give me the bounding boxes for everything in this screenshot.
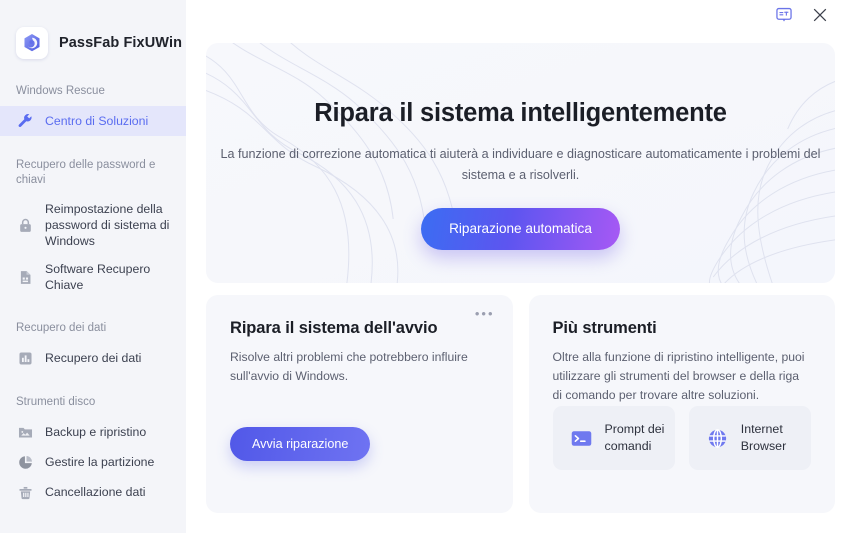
document-key-icon [16,268,34,286]
automatic-repair-button[interactable]: Riparazione automatica [421,208,620,250]
sidebar-section-title-password-recovery: Recupero delle password e chiavi [16,159,156,186]
card-title: Ripara il sistema dell'avvio [230,319,438,337]
folder-image-icon [16,423,34,441]
bar-chart-icon [16,349,34,367]
hero-banner: Ripara il sistema intelligentemente La f… [206,43,835,283]
sidebar-item-cancellazione-dati[interactable]: Cancellazione dati [0,477,186,507]
sidebar-item-recupero-dei-dati[interactable]: Recupero dei dati [0,343,186,373]
sidebar-item-gestire-la-partizione[interactable]: Gestire la partizione [0,447,186,477]
card-description: Risolve altri problemi che potrebbero in… [230,350,468,383]
sidebar-item-label: Centro di Soluzioni [45,114,149,128]
start-repair-button[interactable]: Avvia riparazione [230,427,371,461]
sidebar-item-software-recupero-chiave[interactable]: Software Recupero Chiave [0,255,186,299]
sidebar-item-label: Software Recupero Chiave [45,262,151,292]
feedback-bubble-icon[interactable] [773,4,795,26]
tool-internet-browser[interactable]: Internet Browser [688,406,811,470]
card-title: Più strumenti [552,319,657,337]
cube-logo-icon [16,27,48,59]
card-more-tools: Più strumenti Oltre alla funzione di rip… [528,295,835,513]
tool-command-prompt[interactable]: Prompt dei comandi [552,406,675,470]
tools-row: Prompt dei comandi Internet Browser [552,406,811,470]
app-window: PassFab FixUWin Windows Rescue Centro di… [0,0,855,533]
sidebar-section-title-windows-rescue: Windows Rescue [16,85,105,97]
sidebar-item-label: Gestire la partizione [45,455,155,469]
sidebar: PassFab FixUWin Windows Rescue Centro di… [0,0,186,533]
main-content: Ripara il sistema intelligentemente La f… [186,0,855,533]
card-description: Oltre alla funzione di ripristino intell… [552,350,805,402]
sidebar-item-label: Cancellazione dati [45,485,146,499]
close-icon[interactable] [809,4,831,26]
lock-icon [16,216,34,234]
wrench-icon [16,112,34,130]
more-options-icon[interactable]: ••• [475,307,495,320]
sidebar-item-reimpostazione-password[interactable]: Reimpostazione della password di sistema… [0,195,186,255]
cards-row: ••• Ripara il sistema dell'avvio Risolve… [206,295,835,513]
sidebar-item-backup-e-ripristino[interactable]: Backup e ripristino [0,417,186,447]
sidebar-item-label: Recupero dei dati [45,351,142,365]
sidebar-section-title-data-recovery: Recupero dei dati [16,322,107,334]
title-bar [206,0,835,30]
tool-label: Prompt dei comandi [604,422,665,453]
sidebar-item-label: Reimpostazione della password di sistema… [45,202,170,248]
hero-subtitle: La funzione di correzione automatica ti … [220,147,821,182]
card-boot-repair: ••• Ripara il sistema dell'avvio Risolve… [206,295,513,513]
brand: PassFab FixUWin [0,0,186,62]
pie-chart-icon [16,453,34,471]
tool-label: Internet Browser [740,422,787,453]
page-title: Ripara il sistema intelligentemente [314,99,727,127]
trash-icon [16,483,34,501]
sidebar-item-centro-di-soluzioni[interactable]: Centro di Soluzioni [0,106,186,136]
sidebar-item-label: Backup e ripristino [45,425,147,439]
brand-name: PassFab FixUWin [59,35,183,51]
globe-icon [706,426,730,450]
sidebar-section-title-disk-tools: Strumenti disco [16,396,96,408]
command-prompt-icon [570,426,594,450]
